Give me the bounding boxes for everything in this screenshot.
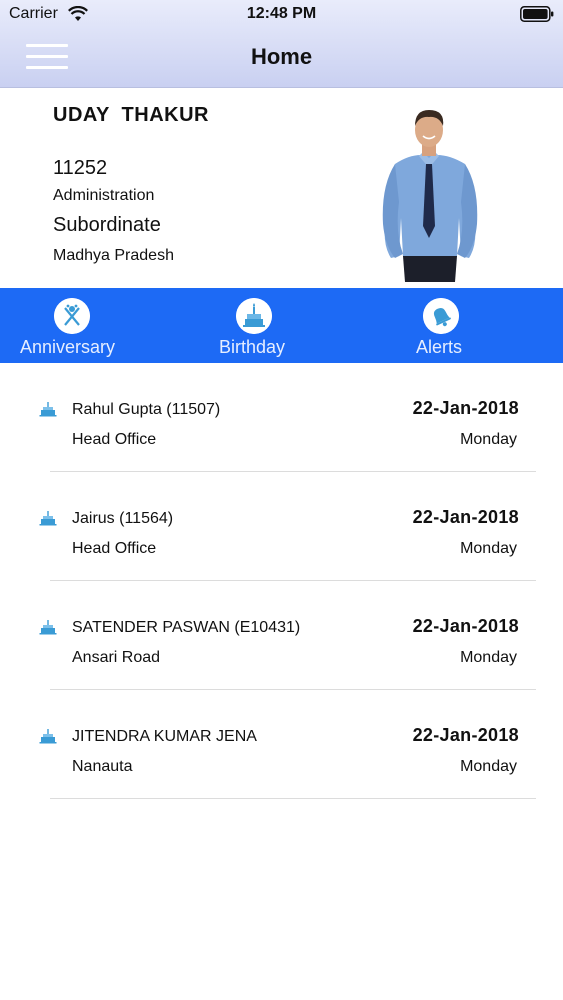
cake-icon (39, 511, 57, 526)
employee-id: 11252 (53, 157, 108, 179)
event-date: 22-Jan-2018 (412, 725, 519, 745)
office-name: Nanauta (72, 758, 133, 775)
tab-bar: Anniversary Birthday Alerts (0, 288, 563, 363)
tab-alerts[interactable]: Alerts (380, 288, 500, 363)
list-item[interactable]: Jairus (11564) Head Office 22-Jan-2018 M… (0, 472, 563, 581)
office-name: Head Office (72, 540, 157, 557)
tab-alerts-label: Alerts (416, 337, 463, 357)
list-item[interactable]: JITENDRA KUMAR JENA Nanauta 22-Jan-2018 … (0, 690, 563, 799)
office-name: Head Office (72, 431, 157, 448)
employee-name: UDAY THAKUR (53, 104, 209, 126)
employee-name: JITENDRA KUMAR JENA (72, 728, 257, 745)
anniversary-icon (54, 298, 90, 334)
tab-anniversary-label: Anniversary (20, 337, 116, 357)
event-day: Monday (460, 431, 517, 448)
list-item[interactable]: Rahul Gupta (11507) Head Office 22-Jan-2… (0, 363, 563, 472)
list-item[interactable]: SATENDER PASWAN (E10431) Ansari Road 22-… (0, 581, 563, 690)
employee-location: Madhya Pradesh (53, 247, 174, 264)
navigation-bar: Home (0, 30, 563, 88)
event-day: Monday (460, 540, 517, 557)
employee-name: Rahul Gupta (11507) (72, 401, 221, 418)
cake-icon (39, 620, 57, 635)
status-bar: Carrier 12:48 PM (0, 0, 563, 30)
event-day: Monday (460, 649, 517, 666)
profile-card: UDAY THAKUR 11252 Administration Subordi… (0, 88, 563, 288)
cake-icon (39, 402, 57, 417)
battery-icon (520, 6, 554, 22)
clock: 12:48 PM (246, 5, 317, 22)
employee-name: Jairus (11564) (72, 510, 174, 527)
event-date: 22-Jan-2018 (412, 398, 519, 418)
bell-icon (423, 298, 459, 334)
avatar (382, 110, 478, 282)
cake-icon (39, 729, 57, 744)
tab-anniversary[interactable]: Anniversary (0, 288, 160, 363)
employee-department: Administration (53, 187, 155, 204)
page-title: Home (250, 44, 313, 69)
divider (50, 798, 536, 799)
birthday-cake-icon (236, 298, 272, 334)
event-day: Monday (460, 758, 517, 775)
employee-name: SATENDER PASWAN (E10431) (72, 619, 301, 636)
event-date: 22-Jan-2018 (412, 507, 519, 527)
employee-role: Subordinate (53, 214, 161, 236)
tab-birthday[interactable]: Birthday (200, 288, 320, 363)
event-date: 22-Jan-2018 (412, 616, 519, 636)
top-bar: Carrier 12:48 PM Home (0, 0, 563, 88)
tab-birthday-label: Birthday (219, 337, 286, 357)
office-name: Ansari Road (72, 649, 161, 666)
